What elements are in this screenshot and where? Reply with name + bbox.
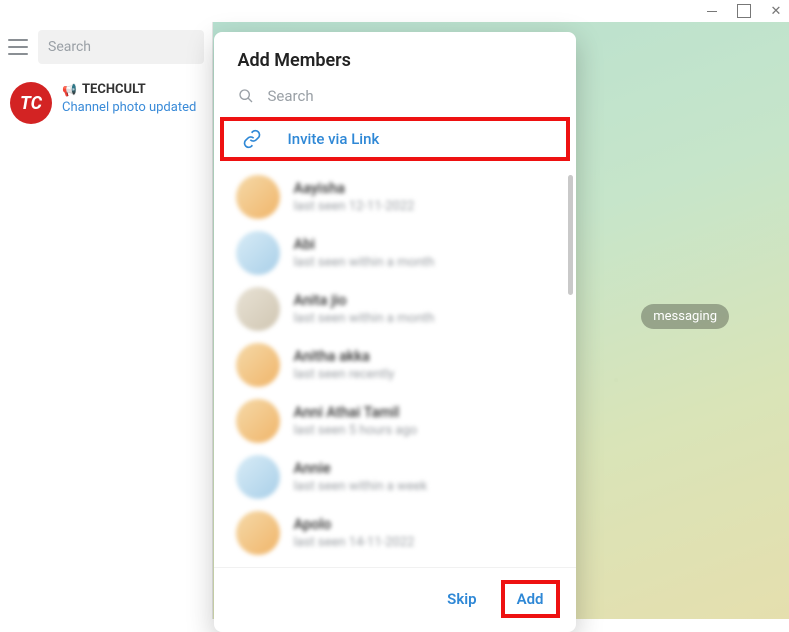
modal-footer: Skip Add	[214, 567, 576, 632]
sidebar-channel-item[interactable]: TC 📢 TECHCULT Channel photo updated	[0, 72, 212, 134]
invite-via-link-button[interactable]: Invite via Link	[220, 117, 570, 161]
contact-item[interactable]: Anni Athai Tamil last seen 5 hours ago	[214, 393, 570, 449]
contact-status: last seen 5 hours ago	[294, 423, 418, 438]
link-icon	[242, 129, 262, 149]
contact-avatar	[236, 455, 280, 499]
contact-item[interactable]: Aayisha last seen 12-11-2022	[214, 169, 570, 225]
modal-search-row	[214, 81, 576, 115]
contact-status: last seen 14-11-2022	[294, 535, 415, 550]
contacts-list[interactable]: Aayisha last seen 12-11-2022 Abi last seen…	[214, 169, 576, 567]
contact-status: last seen recently	[294, 367, 395, 382]
contact-name: Abi	[294, 236, 435, 253]
contact-status: last seen within a week	[294, 479, 428, 494]
contact-name: Aayisha	[294, 180, 415, 197]
contact-item[interactable]: Anitha akka last seen recently	[214, 337, 570, 393]
window-titlebar	[0, 0, 789, 22]
chat-hint-badge: messaging	[641, 304, 729, 329]
invite-via-link-label: Invite via Link	[288, 130, 380, 148]
contact-item[interactable]: Apolo last seen 14-11-2022	[214, 505, 570, 561]
channel-title: TECHCULT	[82, 82, 146, 97]
window-close-button[interactable]	[769, 4, 783, 18]
sidebar-search-input[interactable]: Search	[38, 30, 204, 64]
contact-item[interactable]: Anita jio last seen within a month	[214, 281, 570, 337]
skip-button[interactable]: Skip	[437, 580, 486, 618]
contact-name: Annie	[294, 460, 428, 477]
add-members-modal: Add Members Invite via Link Aayisha last …	[214, 32, 576, 632]
contact-name: Apolo	[294, 516, 415, 533]
contact-name: Anitha akka	[294, 348, 395, 365]
menu-icon[interactable]	[8, 39, 28, 55]
contact-item[interactable]: Annie last seen within a week	[214, 449, 570, 505]
contact-avatar	[236, 343, 280, 387]
contact-avatar	[236, 287, 280, 331]
sidebar: Search TC 📢 TECHCULT Channel photo updat…	[0, 22, 213, 619]
window-minimize-button[interactable]	[705, 4, 719, 18]
sidebar-search-placeholder: Search	[48, 39, 91, 55]
contact-status: last seen within a month	[294, 255, 435, 270]
search-icon	[238, 88, 254, 104]
channel-subtitle: Channel photo updated	[62, 100, 202, 115]
window-maximize-button[interactable]	[737, 4, 751, 18]
contact-avatar	[236, 399, 280, 443]
contact-status: last seen 12-11-2022	[294, 199, 415, 214]
channel-avatar: TC	[10, 82, 52, 124]
contact-avatar	[236, 511, 280, 555]
contact-name: Anni Athai Tamil	[294, 404, 418, 421]
contact-item[interactable]: Abi last seen within a month	[214, 225, 570, 281]
contact-avatar	[236, 175, 280, 219]
modal-search-input[interactable]	[268, 87, 552, 105]
contact-name: Anita jio	[294, 292, 435, 309]
contact-status: last seen within a month	[294, 311, 435, 326]
modal-title: Add Members	[214, 32, 576, 81]
megaphone-icon: 📢	[62, 83, 77, 97]
contact-avatar	[236, 231, 280, 275]
add-button[interactable]: Add	[507, 584, 554, 614]
